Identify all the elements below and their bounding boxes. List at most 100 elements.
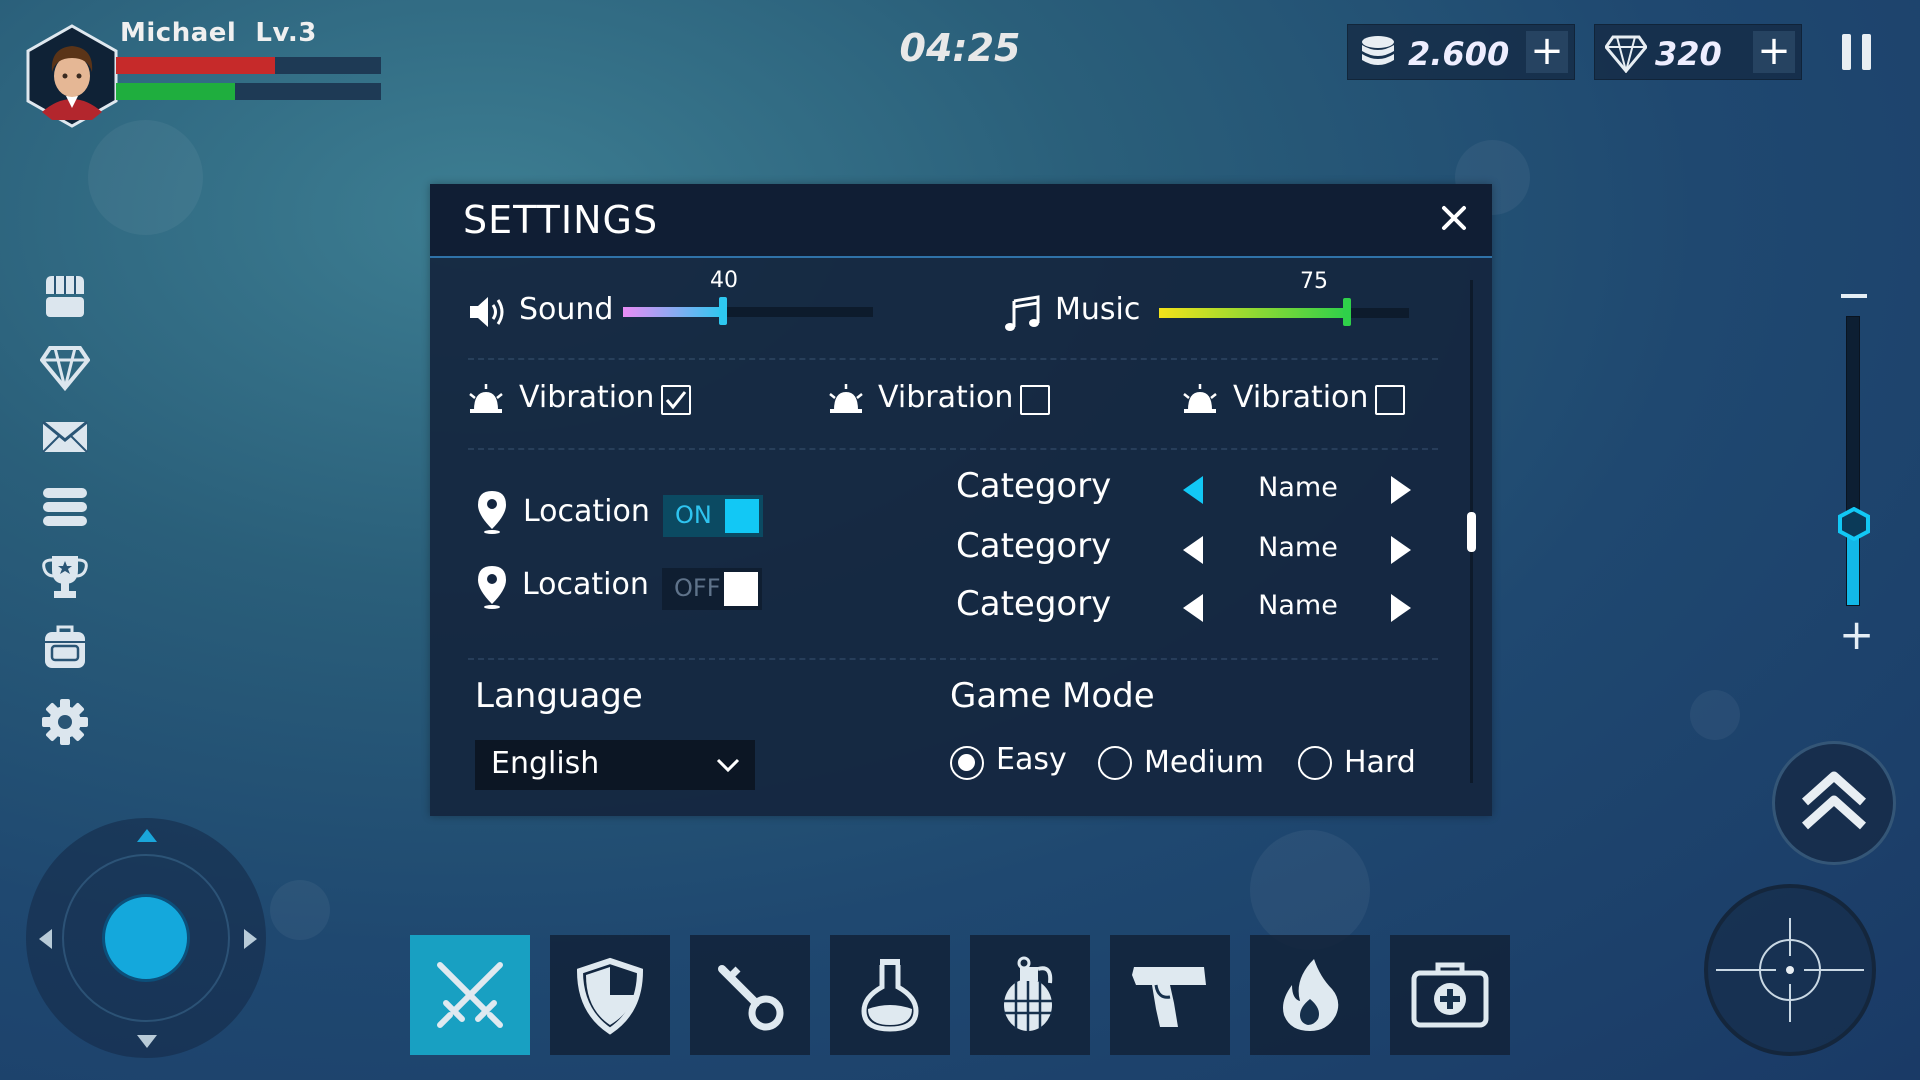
- medkit-icon: [1411, 962, 1489, 1028]
- toggle-state-text: ON: [675, 501, 712, 529]
- hotbar-slot-fire[interactable]: [1250, 935, 1370, 1055]
- location-label: Location: [522, 567, 649, 602]
- gems-value: 320: [1655, 35, 1722, 73]
- pause-button[interactable]: [1842, 34, 1872, 70]
- music-slider-thumb[interactable]: [1342, 298, 1351, 326]
- category-value: Name: [1258, 590, 1338, 621]
- key-icon: [718, 965, 784, 1031]
- location-label: Location: [523, 494, 650, 529]
- diamond-icon: [40, 346, 90, 392]
- gear-icon: [42, 699, 88, 745]
- sound-slider[interactable]: [623, 297, 873, 325]
- music-value: 75: [1300, 269, 1328, 294]
- vibration-checkbox[interactable]: [661, 385, 691, 415]
- music-slider-fill: [1159, 308, 1347, 318]
- checkmark-icon: [665, 391, 687, 410]
- settings-scrollbar-thumb[interactable]: [1467, 512, 1476, 552]
- joystick-left-arrow: [39, 929, 52, 949]
- music-label: Music: [1055, 292, 1141, 327]
- location-pin-icon: [478, 491, 506, 534]
- settings-title: SETTINGS: [463, 198, 659, 242]
- background-bubble: [1250, 830, 1370, 950]
- aim-button[interactable]: [1704, 884, 1876, 1056]
- location-toggle-off[interactable]: OFF: [662, 568, 762, 610]
- vibration-label: Vibration: [519, 380, 655, 415]
- zoom-out-button[interactable]: [1841, 294, 1867, 298]
- gems-store-button[interactable]: [40, 342, 90, 392]
- settings-header: SETTINGS: [430, 184, 1492, 258]
- hotbar-slot-shield[interactable]: [550, 935, 670, 1055]
- close-icon: [1442, 206, 1466, 230]
- music-slider[interactable]: [1159, 298, 1409, 326]
- diamond-icon: [1605, 35, 1647, 73]
- settings-dialog: SETTINGS Sound 40 Music 75 Vibration Vib…: [430, 184, 1492, 816]
- alarm-bell-icon: [469, 384, 503, 413]
- language-selected-value: English: [491, 746, 600, 781]
- section-divider: [468, 658, 1438, 660]
- hotbar-slot-swords[interactable]: [410, 935, 530, 1055]
- zoom-slider[interactable]: [1846, 316, 1860, 606]
- category-value: Name: [1258, 532, 1338, 563]
- list-button[interactable]: [40, 482, 90, 532]
- hotbar-slot-grenade[interactable]: [970, 935, 1090, 1055]
- category-prev-arrow[interactable]: [1183, 594, 1203, 622]
- category-label: Category: [956, 526, 1112, 566]
- trophy-icon: [42, 556, 88, 598]
- hotbar-slot-medkit[interactable]: [1390, 935, 1510, 1055]
- vibration-label: Vibration: [1233, 380, 1369, 415]
- hard-radio[interactable]: [1298, 746, 1332, 780]
- category-next-arrow[interactable]: [1391, 476, 1411, 504]
- game-mode-label: Game Mode: [950, 676, 1155, 716]
- crossed-swords-icon: [437, 962, 503, 1028]
- add-gems-button[interactable]: +: [1753, 31, 1795, 73]
- zoom-in-button[interactable]: +: [1839, 614, 1874, 656]
- location-toggle-on[interactable]: ON: [663, 495, 763, 537]
- add-coins-button[interactable]: +: [1526, 31, 1568, 73]
- close-button[interactable]: [1438, 202, 1470, 234]
- toggle-knob: [725, 499, 759, 533]
- experience-bar: [116, 83, 381, 100]
- chevron-down-icon: [716, 758, 740, 773]
- gems-counter: 320 +: [1594, 24, 1802, 80]
- hotbar-slot-pistol[interactable]: [1110, 935, 1230, 1055]
- section-divider: [468, 358, 1438, 360]
- category-next-arrow[interactable]: [1391, 594, 1411, 622]
- mail-icon: [42, 420, 88, 453]
- trophy-button[interactable]: [40, 552, 90, 602]
- medium-radio[interactable]: [1098, 746, 1132, 780]
- vibration-checkbox[interactable]: [1375, 385, 1405, 415]
- shield-icon: [576, 957, 644, 1035]
- alarm-bell-icon: [829, 384, 863, 413]
- sound-label: Sound: [519, 292, 614, 327]
- pause-icon: [1842, 34, 1851, 70]
- language-label: Language: [475, 676, 643, 716]
- easy-radio[interactable]: [950, 746, 984, 780]
- zoom-slider-thumb[interactable]: [1837, 507, 1871, 541]
- player-name-level: Michael Lv.3: [120, 18, 317, 48]
- health-bar-fill: [116, 57, 275, 74]
- language-dropdown[interactable]: English: [475, 740, 755, 790]
- mail-button[interactable]: [40, 412, 90, 462]
- shop-button[interactable]: [40, 272, 90, 322]
- category-prev-arrow[interactable]: [1183, 476, 1203, 504]
- hotbar-slot-key[interactable]: [690, 935, 810, 1055]
- hotbar-slot-potion[interactable]: [830, 935, 950, 1055]
- joystick-knob[interactable]: [102, 894, 190, 982]
- settings-scrollbar[interactable]: [1467, 280, 1476, 783]
- jump-button[interactable]: [1772, 741, 1896, 865]
- coins-counter: 2.600 +: [1347, 24, 1575, 80]
- category-prev-arrow[interactable]: [1183, 536, 1203, 564]
- player-name: Michael: [120, 18, 237, 48]
- experience-bar-fill: [116, 83, 236, 100]
- settings-button[interactable]: [40, 697, 90, 747]
- speaker-icon: [470, 297, 504, 327]
- toggle-state-text: OFF: [674, 574, 721, 602]
- sound-slider-thumb[interactable]: [719, 297, 727, 325]
- category-next-arrow[interactable]: [1391, 536, 1411, 564]
- vibration-checkbox[interactable]: [1020, 385, 1050, 415]
- backpack-button[interactable]: [40, 622, 90, 672]
- player-avatar[interactable]: [26, 24, 118, 128]
- joystick-up-arrow: [137, 829, 157, 842]
- joystick-down-arrow: [137, 1035, 157, 1048]
- category-label: Category: [956, 584, 1112, 624]
